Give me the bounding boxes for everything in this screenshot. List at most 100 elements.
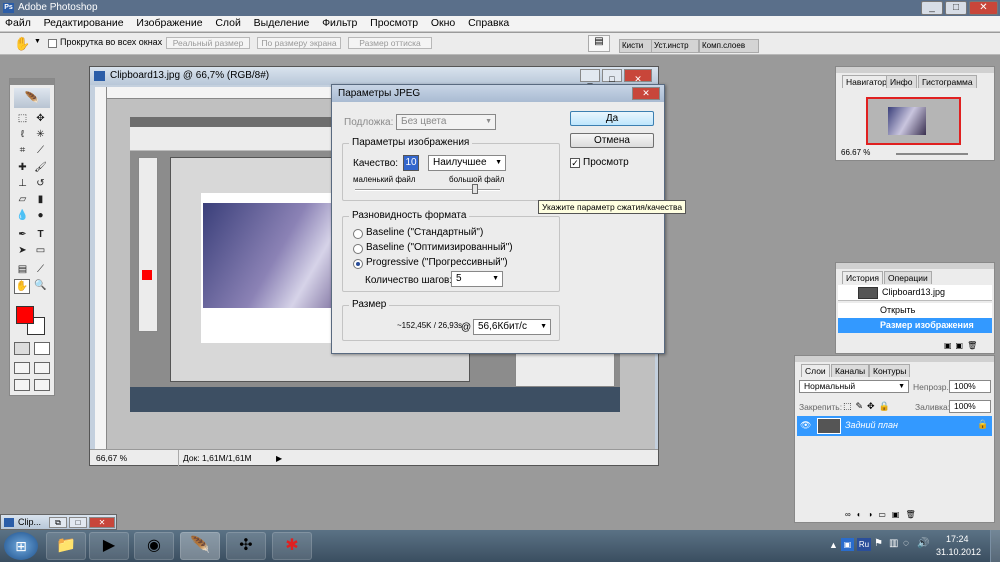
tab-paths[interactable]: Контуры: [869, 364, 911, 377]
doc-close-button[interactable]: ✕: [624, 69, 652, 84]
tab-navigator[interactable]: Навигатор: [842, 75, 891, 88]
status-menu-arrow-icon[interactable]: ▶: [276, 451, 282, 467]
quality-slider-thumb[interactable]: [472, 184, 479, 194]
history-panel-buttons[interactable]: ▣▣🗑: [944, 341, 988, 351]
shape-icon[interactable]: ▭: [34, 244, 47, 257]
hand-tool-icon[interactable]: ✋: [14, 36, 30, 52]
zoom-readout[interactable]: 66,67 %: [96, 450, 127, 466]
history-snapshot[interactable]: Clipboard13.jpg: [838, 285, 992, 301]
eraser-icon[interactable]: ▱: [16, 193, 29, 206]
cancel-button[interactable]: Отмена: [570, 133, 654, 148]
crop-icon[interactable]: ⌗: [16, 144, 29, 157]
tab-actions[interactable]: Операции: [884, 271, 932, 284]
mini-maximize-button[interactable]: □: [69, 517, 87, 528]
fill-input[interactable]: 100%: [949, 400, 991, 413]
mini-close-button[interactable]: ✕: [89, 517, 115, 528]
baseline-standard-radio[interactable]: [353, 229, 363, 239]
fullscreen-menu-icon[interactable]: [34, 362, 50, 374]
tray-arrow-icon[interactable]: ▲: [829, 540, 838, 550]
eyedropper-icon[interactable]: ⟋: [34, 263, 47, 276]
quick-mask-icon[interactable]: [34, 342, 50, 355]
tab-brushes[interactable]: Кисти: [619, 39, 652, 53]
blend-mode-select[interactable]: Нормальный ▼: [799, 380, 909, 393]
maple-icon[interactable]: ✱: [272, 532, 312, 560]
type-icon[interactable]: T: [34, 228, 47, 241]
history-brush-icon[interactable]: ↺: [34, 177, 47, 190]
feather-icon[interactable]: 🪶: [14, 88, 50, 108]
scans-select[interactable]: 5 ▼: [451, 271, 503, 287]
history-item-image-size[interactable]: Размер изображения: [838, 318, 992, 333]
tab-info[interactable]: Инфо: [886, 75, 917, 88]
tab-tool-presets[interactable]: Уст.инстр: [651, 39, 699, 53]
menu-edit[interactable]: Редактирование: [39, 16, 129, 31]
path-select-icon[interactable]: ➤: [16, 244, 29, 257]
quality-input[interactable]: 10: [403, 155, 419, 171]
imageready-icon[interactable]: [34, 379, 50, 391]
lasso-icon[interactable]: ℓ: [16, 128, 29, 141]
baseline-optimized-radio[interactable]: [353, 244, 363, 254]
menu-layer[interactable]: Слой: [210, 16, 246, 31]
navigator-zoom[interactable]: 66.67 %: [841, 148, 870, 157]
menu-filter[interactable]: Фильтр: [317, 16, 362, 31]
menu-view[interactable]: Просмотр: [365, 16, 423, 31]
dialog-close-button[interactable]: ✕: [632, 87, 660, 100]
brush-icon[interactable]: 🖌: [34, 161, 47, 174]
gradient-icon[interactable]: ▮: [34, 193, 47, 206]
doc-maximize-button[interactable]: □: [602, 69, 622, 84]
blur-icon[interactable]: 💧: [16, 209, 29, 222]
healing-brush-icon[interactable]: ✚: [16, 161, 29, 174]
fit-screen-button[interactable]: По размеру экрана: [257, 37, 341, 49]
tab-layers[interactable]: Слои: [801, 364, 830, 377]
explorer-icon[interactable]: 📁: [46, 532, 86, 560]
print-size-button[interactable]: Размер оттиска: [348, 37, 432, 49]
scroll-all-checkbox[interactable]: [48, 39, 57, 48]
layer-row-background[interactable]: 👁 Задний план 🔒: [797, 416, 992, 436]
start-button[interactable]: ⊞: [4, 532, 38, 560]
navigator-preview[interactable]: [866, 97, 961, 145]
doc-info[interactable]: Док: 1,61M/1,61M: [178, 450, 368, 466]
fullscreen-icon[interactable]: [14, 379, 30, 391]
move-icon[interactable]: ✥: [34, 112, 47, 125]
volume-icon[interactable]: 🔊: [917, 538, 929, 549]
slice-icon[interactable]: ⟋: [34, 144, 47, 157]
menu-file[interactable]: Файл: [0, 16, 36, 31]
hand-icon[interactable]: ✋: [14, 279, 30, 294]
tab-history[interactable]: История: [842, 271, 883, 284]
dodge-icon[interactable]: ●: [34, 209, 47, 222]
marquee-icon[interactable]: ⬚: [16, 112, 29, 125]
maximize-button[interactable]: □: [945, 1, 967, 15]
eye-icon[interactable]: 👁: [800, 420, 811, 431]
doc-minimize-button[interactable]: _: [580, 69, 600, 84]
actual-pixels-button[interactable]: Реальный размер: [166, 37, 250, 49]
close-button[interactable]: ✕: [969, 1, 998, 15]
pen-icon[interactable]: ✒: [16, 228, 29, 241]
media-player-icon[interactable]: ▶: [89, 532, 129, 560]
layers-panel-buttons[interactable]: ∞◐◑▭▣🗑: [845, 510, 991, 520]
show-desktop-button[interactable]: [990, 530, 1000, 562]
tray-app2-icon[interactable]: ◌: [903, 538, 909, 549]
tab-layer-comps[interactable]: Комп.слоев: [699, 39, 759, 53]
quality-preset-select[interactable]: Наилучшее ▼: [428, 155, 506, 171]
language-indicator[interactable]: Ru: [857, 538, 871, 551]
matte-select[interactable]: Без цвета ▼: [396, 114, 496, 130]
tray-flag-icon[interactable]: ⚑: [874, 538, 883, 549]
progressive-radio[interactable]: [353, 259, 363, 269]
network-icon[interactable]: ▥: [889, 538, 898, 549]
toolbox-grip[interactable]: [10, 79, 54, 85]
file-browser-icon[interactable]: ▤: [588, 35, 610, 52]
restore-button[interactable]: ⧉: [49, 517, 67, 528]
preview-checkbox[interactable]: ✓: [570, 158, 580, 168]
firefox-icon[interactable]: ◉: [134, 532, 174, 560]
menu-image[interactable]: Изображение: [131, 16, 207, 31]
clock-time[interactable]: 17:24: [946, 534, 969, 544]
tray-app-icon[interactable]: ▣: [841, 538, 854, 551]
paint-icon[interactable]: ✣: [226, 532, 266, 560]
menu-help[interactable]: Справка: [463, 16, 514, 31]
tab-channels[interactable]: Каналы: [831, 364, 870, 377]
foreground-color-swatch[interactable]: [16, 306, 34, 324]
menu-select[interactable]: Выделение: [249, 16, 315, 31]
connection-speed-select[interactable]: 56,6Кбит/с ▼: [473, 319, 551, 335]
minimized-window[interactable]: Clip... ⧉ □ ✕: [0, 514, 117, 530]
notes-icon[interactable]: ▤: [16, 263, 29, 276]
navigator-zoom-slider[interactable]: [896, 153, 968, 155]
